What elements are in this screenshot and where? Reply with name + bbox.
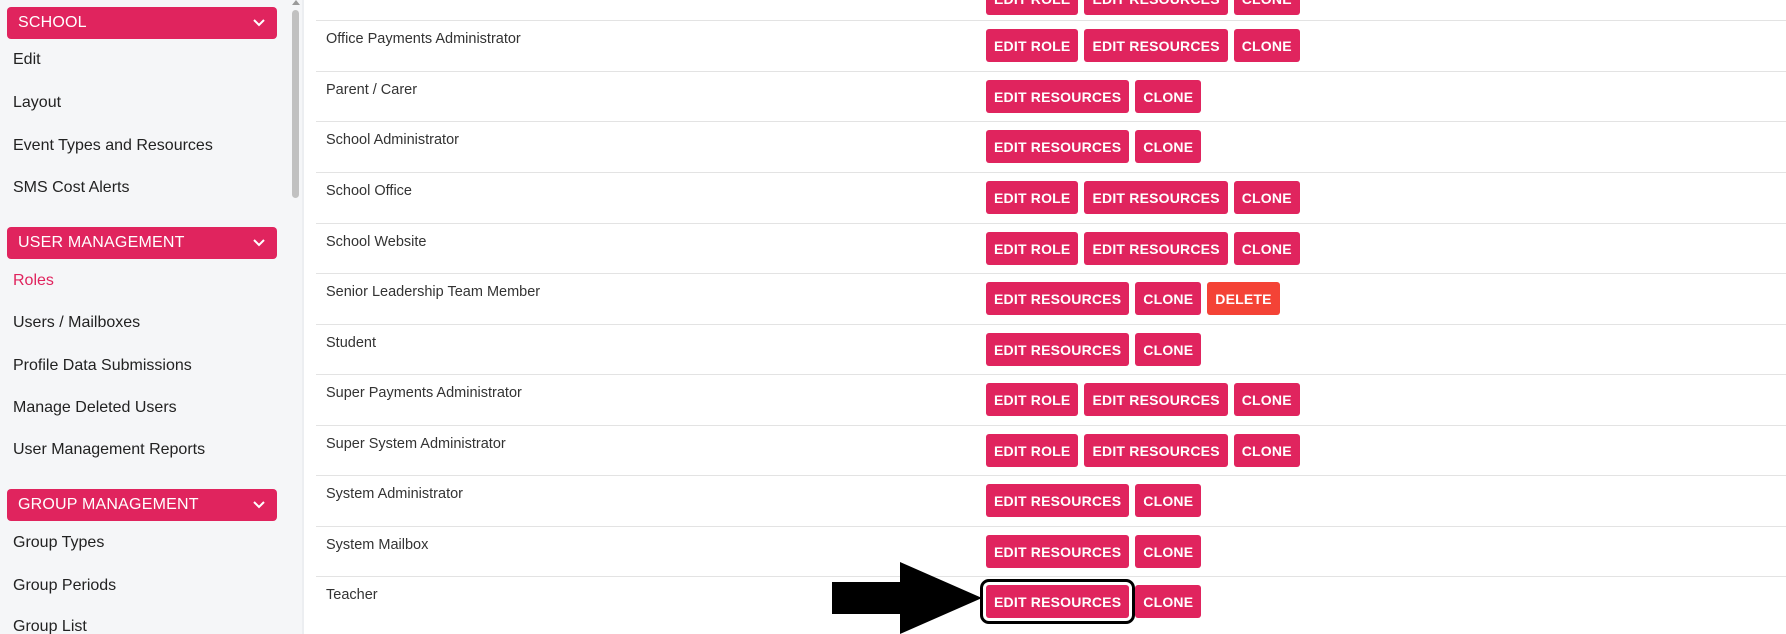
row-actions: EDIT ROLE EDIT RESOURCES CLONE (986, 383, 1300, 416)
scroll-up-arrow-icon[interactable] (292, 0, 300, 5)
role-name: Office Payments Administrator (326, 31, 521, 47)
sidebar-item-user-management-reports[interactable]: User Management Reports (13, 441, 205, 459)
clone-button[interactable]: CLONE (1135, 333, 1202, 366)
clone-button[interactable]: CLONE (1135, 282, 1202, 315)
edit-resources-button[interactable]: EDIT RESOURCES (986, 130, 1130, 163)
sidebar: SCHOOL Edit Layout Event Types and Resou… (0, 0, 290, 634)
row-actions: EDIT RESOURCES CLONE (986, 535, 1202, 568)
role-name: School Website (326, 234, 427, 250)
edit-role-button[interactable]: EDIT ROLE (986, 29, 1079, 62)
role-name: Super Payments Administrator (326, 385, 522, 401)
delete-button[interactable]: DELETE (1207, 282, 1280, 315)
sidebar-item-event-types[interactable]: Event Types and Resources (13, 137, 213, 155)
sidebar-item-group-types[interactable]: Group Types (13, 534, 104, 552)
pointer-arrow-icon (832, 562, 982, 634)
role-name: Teacher (326, 587, 378, 603)
edit-resources-button[interactable]: EDIT RESOURCES (986, 484, 1130, 517)
sidebar-item-profile-data-submissions[interactable]: Profile Data Submissions (13, 357, 192, 375)
edit-resources-button[interactable]: EDIT RESOURCES (1084, 434, 1228, 467)
sidebar-scrollbar[interactable] (290, 0, 302, 634)
sidebar-item-users-mailboxes[interactable]: Users / Mailboxes (13, 314, 140, 332)
scroll-thumb[interactable] (292, 10, 299, 198)
edit-resources-button[interactable]: EDIT RESOURCES (986, 333, 1130, 366)
sidebar-item-edit[interactable]: Edit (13, 51, 41, 69)
edit-resources-button[interactable]: EDIT RESOURCES (1084, 383, 1228, 416)
edit-resources-button[interactable]: EDIT RESOURCES (986, 80, 1130, 113)
edit-role-button[interactable]: EDIT ROLE (986, 232, 1079, 265)
sidebar-item-sms-cost-alerts[interactable]: SMS Cost Alerts (13, 179, 129, 197)
table-row: System Mailbox EDIT RESOURCES CLONE (316, 526, 1786, 576)
row-actions: EDIT RESOURCES CLONE (986, 130, 1202, 163)
edit-resources-button[interactable]: EDIT RESOURCES (1084, 181, 1228, 214)
table-row: Student EDIT RESOURCES CLONE (316, 324, 1786, 374)
edit-resources-button[interactable]: EDIT RESOURCES (1084, 29, 1228, 62)
clone-button[interactable]: CLONE (1233, 383, 1300, 416)
row-actions: EDIT RESOURCES CLONE (986, 80, 1202, 113)
edit-role-button[interactable]: EDIT ROLE (986, 181, 1079, 214)
row-actions: EDIT ROLE EDIT RESOURCES CLONE (986, 232, 1300, 265)
table-row: Senior Leadership Team Member EDIT RESOU… (316, 273, 1786, 323)
role-name: Parent / Carer (326, 82, 418, 98)
clone-button[interactable]: CLONE (1135, 80, 1202, 113)
edit-resources-button[interactable]: EDIT RESOURCES (986, 282, 1130, 315)
row-actions: EDIT RESOURCES CLONE DELETE (986, 282, 1280, 315)
edit-resources-button[interactable]: EDIT RESOURCES (986, 535, 1130, 568)
sidebar-item-roles[interactable]: Roles (13, 272, 54, 290)
role-name: Senior Leadership Team Member (326, 284, 541, 300)
role-name: Student (326, 335, 376, 351)
section-header-user-management[interactable]: USER MANAGEMENT (7, 227, 277, 259)
row-actions: EDIT RESOURCES CLONE (986, 484, 1202, 517)
role-name: School Office (326, 183, 412, 199)
edit-resources-button[interactable]: EDIT RESOURCES (1084, 232, 1228, 265)
table-row: School Office EDIT ROLE EDIT RESOURCES C… (316, 172, 1786, 222)
sidebar-item-manage-deleted-users[interactable]: Manage Deleted Users (13, 399, 177, 417)
table-row: Teacher EDIT RESOURCES CLONE (316, 576, 1786, 626)
table-row: Super Payments Administrator EDIT ROLE E… (316, 374, 1786, 424)
role-name: System Mailbox (326, 537, 429, 553)
row-actions: EDIT RESOURCES CLONE (986, 333, 1202, 366)
clone-button[interactable]: CLONE (1135, 130, 1202, 163)
table-row: System Administrator EDIT RESOURCES CLON… (316, 475, 1786, 525)
section-header-label: GROUP MANAGEMENT (18, 496, 199, 513)
edit-resources-button-teacher[interactable]: EDIT RESOURCES (979, 579, 1136, 624)
clone-button[interactable]: CLONE (1135, 484, 1202, 517)
table-row: Office Payments Administrator EDIT ROLE … (316, 20, 1786, 70)
clone-button[interactable]: CLONE (1233, 434, 1300, 467)
clone-button[interactable]: CLONE (1233, 181, 1300, 214)
table-row: School Administrator EDIT RESOURCES CLON… (316, 121, 1786, 171)
sidebar-item-group-list[interactable]: Group List (13, 618, 87, 634)
clone-button[interactable]: CLONE (1135, 585, 1202, 618)
sidebar-item-group-periods[interactable]: Group Periods (13, 577, 116, 595)
table-row: School Website EDIT ROLE EDIT RESOURCES … (316, 223, 1786, 273)
chevron-down-icon (253, 239, 265, 247)
section-header-label: USER MANAGEMENT (18, 234, 185, 251)
edit-role-button[interactable]: EDIT ROLE (986, 434, 1079, 467)
clone-button[interactable]: CLONE (1233, 232, 1300, 265)
section-header-label: SCHOOL (18, 14, 87, 31)
chevron-down-icon (253, 501, 265, 509)
row-actions: EDIT ROLE EDIT RESOURCES CLONE (986, 181, 1300, 214)
chevron-down-icon (253, 19, 265, 27)
row-actions: EDIT ROLE EDIT RESOURCES CLONE (986, 434, 1300, 467)
sidebar-item-layout[interactable]: Layout (13, 94, 61, 112)
role-name: Super System Administrator (326, 436, 506, 452)
table-row: Parent / Carer EDIT RESOURCES CLONE (316, 71, 1786, 121)
clone-button[interactable]: CLONE (1135, 535, 1202, 568)
section-header-group-management[interactable]: GROUP MANAGEMENT (7, 489, 277, 521)
section-header-school[interactable]: SCHOOL (7, 7, 277, 39)
table-row: Super System Administrator EDIT ROLE EDI… (316, 425, 1786, 475)
edit-role-button[interactable]: EDIT ROLE (986, 383, 1079, 416)
clone-button[interactable]: CLONE (1233, 29, 1300, 62)
role-name: System Administrator (326, 486, 463, 502)
roles-list: Office Payments Administrator EDIT ROLE … (304, 0, 1786, 634)
row-actions: EDIT RESOURCES CLONE (979, 579, 1202, 624)
row-actions: EDIT ROLE EDIT RESOURCES CLONE (986, 29, 1300, 62)
role-name: School Administrator (326, 132, 459, 148)
